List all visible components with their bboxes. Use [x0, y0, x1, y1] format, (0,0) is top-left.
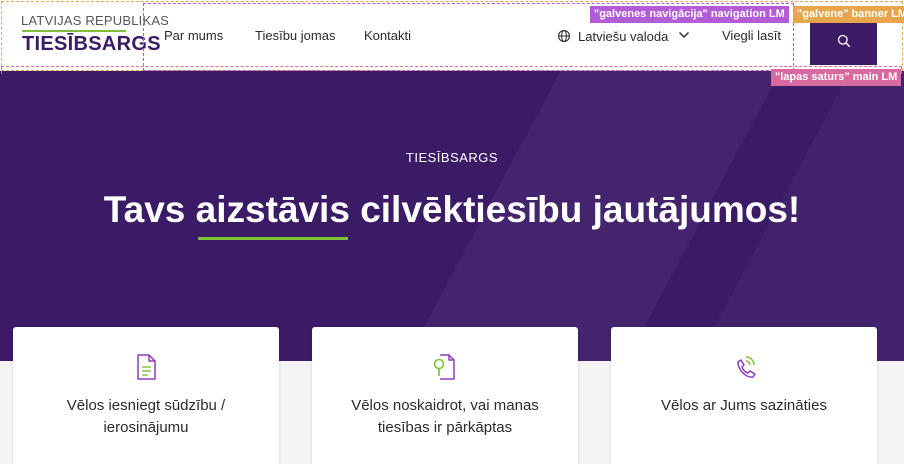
card-contact-us[interactable]: Vēlos ar Jums sazināties [611, 327, 877, 464]
logo-divider [22, 30, 126, 32]
chevron-down-icon[interactable] [678, 30, 690, 40]
site-logo[interactable]: LATVIJAS REPUBLIKAS TIESĪBSARGS [18, 13, 169, 59]
nav-link-about[interactable]: Par mums [164, 28, 223, 43]
banner-landmark-tag: "galvene" banner LM [793, 6, 904, 23]
card-submit-complaint[interactable]: Vēlos iesniegt sūdzību / ierosinājumu [13, 327, 279, 464]
nav-link-rights-areas[interactable]: Tiesību jomas [255, 28, 335, 43]
logo-main-text: TIESĪBSARGS [22, 33, 161, 55]
nav-link-contacts[interactable]: Kontakti [364, 28, 411, 43]
hero-eyebrow: TIESĪBSARGS [405, 150, 499, 165]
navigation-landmark-tag: "galvenes navigācija" navigation LM [590, 6, 789, 23]
main-landmark-tag: "lapas saturs" main LM [771, 69, 902, 86]
easy-read-link[interactable]: Viegli lasīt [722, 28, 781, 43]
hero-title-start: Tavs [103, 189, 196, 230]
phone-ringing-icon [737, 356, 756, 378]
hero-title: Tavs aizstāvis cilvēktiesību jautājumos! [0, 189, 904, 240]
document-search-icon [433, 354, 455, 380]
card-text: Vēlos noskaidrot, vai manas tiesības ir … [351, 397, 539, 436]
card-text: Vēlos iesniegt sūdzību / ierosinājumu [66, 397, 226, 436]
language-selector[interactable]: Latviešu valoda [557, 27, 668, 45]
globe-icon [557, 29, 571, 43]
hero-title-end: cilvēktiesību jautājumos! [349, 189, 801, 230]
hero-section: TIESĪBSARGS Tavs aizstāvis cilvēktiesību… [0, 71, 904, 361]
logo-top-text: LATVIJAS REPUBLIKAS [21, 13, 170, 28]
search-button[interactable] [810, 17, 877, 65]
card-check-rights[interactable]: Vēlos noskaidrot, vai manas tiesības ir … [312, 327, 578, 464]
hero-title-highlight: aizstāvis [195, 189, 350, 240]
card-text: Vēlos ar Jums sazināties [661, 397, 827, 414]
document-icon [137, 354, 156, 380]
search-icon [837, 34, 850, 48]
language-label: Latviešu valoda [578, 28, 669, 44]
